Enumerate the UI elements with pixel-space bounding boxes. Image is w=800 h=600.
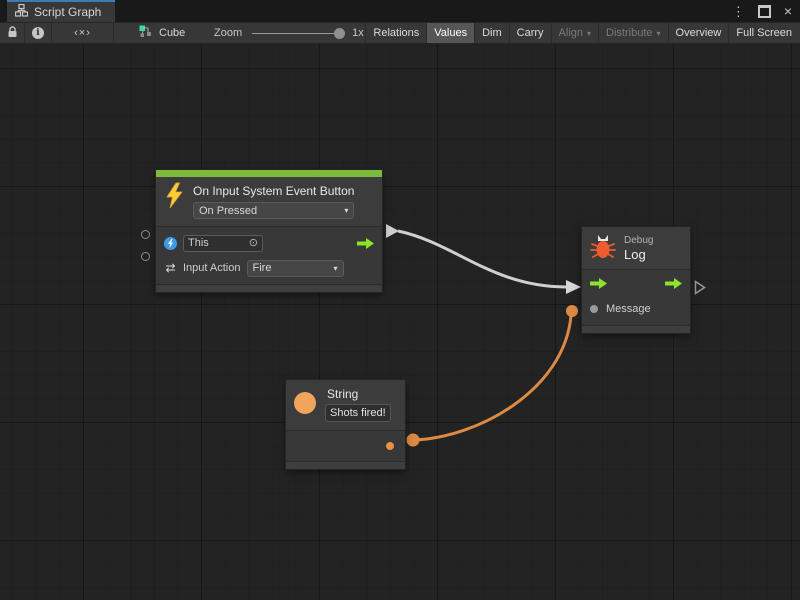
- node-graph-icon: [139, 25, 153, 42]
- distribute-label: Distribute: [606, 27, 652, 39]
- bug-icon: [590, 234, 616, 262]
- event-mode-dropdown[interactable]: On Pressed ▾: [193, 202, 354, 219]
- string-output-port[interactable]: [386, 442, 394, 450]
- distribute-button[interactable]: Distribute ▾: [598, 23, 667, 43]
- code-icon: ‹×›: [74, 27, 91, 39]
- debug-node-footer: [582, 325, 690, 333]
- event-port-empty-1[interactable]: [141, 230, 150, 239]
- wire-end-dot: [566, 305, 578, 317]
- info-button[interactable]: i: [25, 23, 52, 43]
- wire-start-arrowhead: [386, 224, 399, 238]
- event-node-footer: [156, 284, 382, 292]
- graph-hierarchy-icon: [15, 4, 28, 20]
- carry-button[interactable]: Carry: [509, 23, 551, 43]
- overview-label: Overview: [676, 27, 722, 39]
- lock-button[interactable]: [0, 23, 25, 43]
- window-tab-bar: Script Graph ⋮ ×: [0, 0, 800, 22]
- wire-event-to-log[interactable]: [398, 231, 566, 287]
- event-trigger-output-port[interactable]: [357, 238, 374, 249]
- chevron-down-icon: ▾: [333, 265, 337, 273]
- event-mode-value: On Pressed: [199, 205, 257, 217]
- string-type-icon: [294, 392, 316, 414]
- chevron-down-icon: ▾: [344, 207, 348, 215]
- node-string-literal[interactable]: String Shots fired!: [286, 380, 405, 469]
- relations-button[interactable]: Relations: [365, 23, 426, 43]
- fullscreen-label: Full Screen: [736, 27, 792, 39]
- graph-owner-label: Cube: [159, 27, 185, 39]
- input-system-icon: [164, 237, 177, 250]
- fullscreen-button[interactable]: Full Screen: [728, 23, 799, 43]
- close-icon[interactable]: ×: [784, 4, 792, 18]
- input-action-value: Fire: [253, 262, 272, 274]
- chevron-down-icon: ▾: [587, 30, 591, 38]
- dim-button[interactable]: Dim: [474, 23, 509, 43]
- dim-label: Dim: [482, 27, 502, 39]
- lightning-icon: [164, 182, 184, 212]
- this-object-field[interactable]: This ⊙: [183, 235, 263, 252]
- event-node-title: On Input System Event Button: [193, 182, 354, 198]
- carry-label: Carry: [517, 27, 544, 39]
- align-button[interactable]: Align ▾: [551, 23, 598, 43]
- overview-button[interactable]: Overview: [668, 23, 729, 43]
- zoom-slider[interactable]: [252, 33, 342, 34]
- object-picker-icon[interactable]: ⊙: [249, 238, 258, 249]
- wire-start-dot: [407, 434, 420, 447]
- wire-end-arrowhead: [566, 280, 581, 294]
- node-debug-log[interactable]: Debug Log Message: [582, 227, 690, 333]
- relations-label: Relations: [373, 27, 419, 39]
- log-output-port[interactable]: [694, 280, 706, 300]
- maximize-icon[interactable]: [758, 5, 771, 18]
- event-accent-bar: [156, 170, 382, 177]
- align-label: Align: [559, 27, 583, 39]
- info-icon: i: [32, 27, 44, 39]
- input-action-label: Input Action: [183, 262, 241, 274]
- lock-icon: [7, 26, 18, 41]
- message-input-port[interactable]: [590, 305, 598, 313]
- values-button[interactable]: Values: [426, 23, 474, 43]
- chevron-down-icon: ▾: [657, 30, 661, 38]
- string-node-footer: [286, 461, 405, 469]
- graph-toolbar: i ‹×› Cube Zoom 1x Relations Values: [0, 22, 800, 44]
- window-menu-icon[interactable]: ⋮: [732, 5, 745, 18]
- edit-script-button[interactable]: ‹×›: [52, 23, 114, 43]
- graph-canvas[interactable]: On Input System Event Button On Pressed …: [0, 44, 800, 600]
- input-action-dropdown[interactable]: Fire ▾: [247, 260, 344, 277]
- input-action-icon: ⇄: [164, 262, 177, 274]
- tab-title: Script Graph: [34, 5, 101, 19]
- zoom-value: 1x: [352, 27, 364, 39]
- message-label: Message: [606, 303, 651, 315]
- debug-node-title: Log: [624, 247, 653, 262]
- flow-output-port[interactable]: [665, 278, 682, 292]
- tab-script-graph[interactable]: Script Graph: [7, 0, 115, 22]
- node-on-input-system-event-button[interactable]: On Input System Event Button On Pressed …: [156, 170, 382, 292]
- this-field-value: This: [188, 237, 209, 249]
- graph-owner-button[interactable]: Cube: [139, 23, 185, 43]
- debug-category-label: Debug: [624, 235, 653, 246]
- string-value-field[interactable]: Shots fired!: [325, 404, 391, 422]
- string-node-title: String: [325, 387, 391, 401]
- flow-input-port[interactable]: [590, 278, 607, 292]
- wire-string-to-message[interactable]: [413, 316, 571, 440]
- zoom-label: Zoom: [214, 27, 242, 39]
- event-port-empty-2[interactable]: [141, 252, 150, 261]
- zoom-slider-thumb[interactable]: [334, 28, 345, 39]
- values-label: Values: [434, 27, 467, 39]
